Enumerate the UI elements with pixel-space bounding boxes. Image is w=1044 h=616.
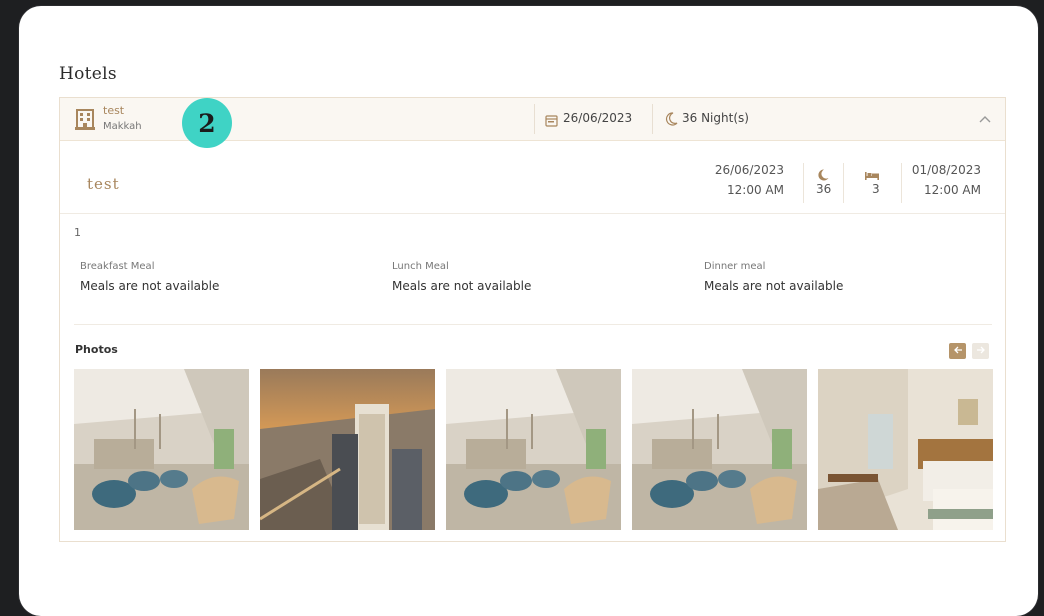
hotel-panel: test Makkah 2 26/06/2023 36 Night(s) tes… [59, 97, 1006, 542]
meal-value: Meals are not available [704, 279, 844, 293]
moon-icon [817, 166, 829, 181]
hotel-photo-lounge[interactable] [632, 369, 807, 530]
room-number: 1 [74, 226, 81, 239]
arrow-right-icon [976, 345, 986, 358]
hotel-name: test [103, 104, 125, 117]
detail-divider [803, 163, 804, 203]
header-nights: 36 Night(s) [682, 111, 749, 125]
chevron-up-icon[interactable] [978, 112, 992, 126]
checkin-time: 12:00 AM [727, 183, 784, 197]
moon-icon [665, 111, 678, 126]
hotel-city: Makkah [103, 121, 142, 132]
checkin-date: 26/06/2023 [714, 163, 784, 177]
header-checkin-date: 26/06/2023 [563, 111, 633, 125]
nights-count: 36 [816, 182, 832, 196]
checkin-datetime: 26/06/2023 12:00 AM [712, 160, 784, 200]
rooms-count: 3 [872, 182, 880, 196]
meal-value: Meals are not available [392, 279, 532, 293]
hotel-photo-lounge[interactable] [74, 369, 249, 530]
bed-icon [865, 166, 879, 180]
meal-label: Dinner meal [704, 261, 766, 272]
section-title: Hotels [59, 64, 117, 84]
header-divider [534, 104, 535, 134]
building-icon [75, 108, 95, 130]
photos-title: Photos [75, 343, 118, 356]
arrow-left-icon [953, 345, 963, 358]
meal-label: Lunch Meal [392, 261, 449, 272]
meal-value: Meals are not available [80, 279, 220, 293]
calendar-icon [545, 112, 558, 127]
hotel-panel-header[interactable]: test Makkah 2 26/06/2023 36 Night(s) [60, 98, 1005, 148]
photos-next-button[interactable] [972, 343, 989, 359]
checkout-time: 12:00 AM [924, 183, 981, 197]
checkout-datetime: 01/08/2023 12:00 AM [905, 160, 981, 200]
hotel-logo-text: test [87, 175, 120, 193]
photos-prev-button[interactable] [949, 343, 966, 359]
detail-divider [901, 163, 902, 203]
hotel-photo-bedroom[interactable] [818, 369, 993, 530]
detail-divider [843, 163, 844, 203]
divider [74, 324, 992, 325]
header-divider [652, 104, 653, 134]
meal-label: Breakfast Meal [80, 261, 155, 272]
hotel-photo-lounge[interactable] [446, 369, 621, 530]
checkout-date: 01/08/2023 [911, 163, 981, 177]
hotel-photo-exterior[interactable] [260, 369, 435, 530]
stay-details-row: test 26/06/2023 12:00 AM 36 3 01/08/2023… [60, 141, 1005, 214]
